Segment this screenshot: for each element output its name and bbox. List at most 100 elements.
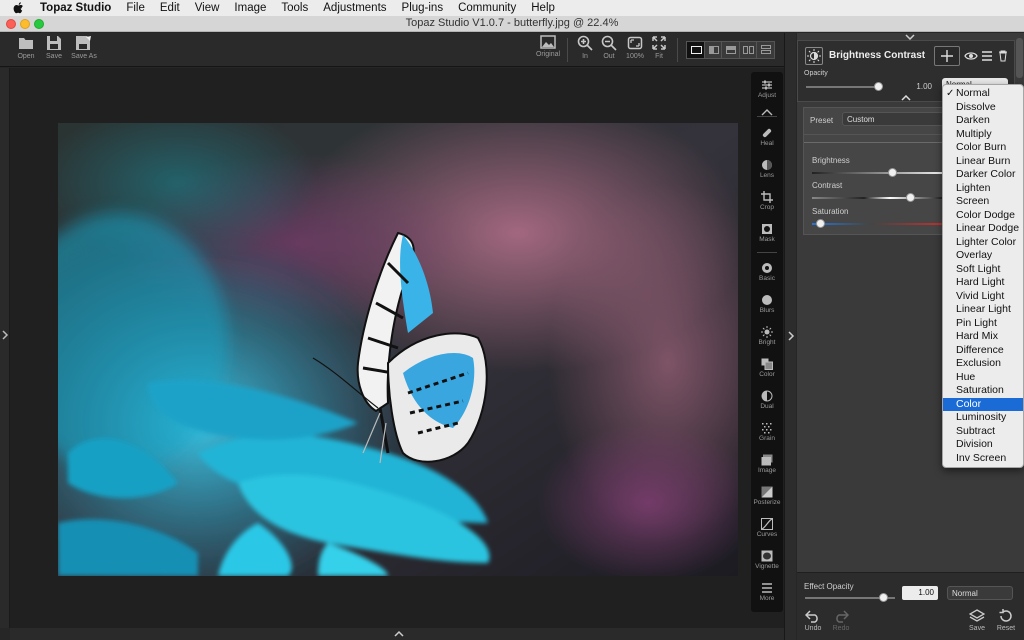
blend-option-linear-dodge[interactable]: Linear Dodge (943, 222, 1023, 236)
blend-option-label: Normal (956, 87, 990, 99)
contrast-slider[interactable] (812, 197, 942, 199)
effect-opacity-slider-knob[interactable] (879, 593, 888, 602)
blend-option-exclusion[interactable]: Exclusion (943, 357, 1023, 371)
tool-heal[interactable]: Heal (751, 127, 783, 147)
tool-color[interactable]: Color (751, 358, 783, 378)
blend-option-screen[interactable]: Screen (943, 195, 1023, 209)
menu-icon[interactable] (981, 51, 993, 61)
zoom-100-button[interactable]: 100% (624, 35, 646, 60)
menu-help[interactable]: Help (531, 2, 555, 14)
blend-option-luminosity[interactable]: Luminosity (943, 411, 1023, 425)
blend-option-color-burn[interactable]: Color Burn (943, 141, 1023, 155)
opacity-slider[interactable] (806, 86, 882, 88)
menu-adjustments[interactable]: Adjustments (323, 2, 386, 14)
redo-button[interactable]: Redo (831, 609, 851, 632)
save-button[interactable]: Save (42, 35, 66, 60)
add-filter-button[interactable] (934, 46, 960, 66)
panel-scrollbar[interactable] (1016, 38, 1023, 78)
split-horizontal-button[interactable] (722, 42, 740, 58)
menu-plugins[interactable]: Plug-ins (402, 2, 444, 14)
menu-file[interactable]: File (126, 2, 145, 14)
blend-option-overlay[interactable]: Overlay (943, 249, 1023, 263)
blend-option-lighter-color[interactable]: Lighter Color (943, 236, 1023, 250)
tool-curves[interactable]: Curves (751, 518, 783, 538)
side-by-side-button[interactable] (740, 42, 758, 58)
blend-option-hard-light[interactable]: Hard Light (943, 276, 1023, 290)
saturation-slider[interactable] (812, 223, 942, 225)
blend-option-hard-mix[interactable]: Hard Mix (943, 330, 1023, 344)
tool-grain[interactable]: Grain (751, 422, 783, 442)
effect-blend-select[interactable]: Normal (947, 586, 1013, 600)
tool-dual[interactable]: Dual (751, 390, 783, 410)
opacity-slider-knob[interactable] (874, 82, 883, 91)
zoom-out-button[interactable]: Out (600, 35, 618, 60)
opacity-value[interactable]: 1.00 (896, 82, 932, 91)
preset-select[interactable]: Custom (842, 112, 946, 126)
apple-icon[interactable] (12, 2, 26, 14)
tool-lens[interactable]: Lens (751, 159, 783, 179)
blend-option-lighten[interactable]: Lighten (943, 182, 1023, 196)
blend-option-color-dodge[interactable]: Color Dodge (943, 209, 1023, 223)
menu-community[interactable]: Community (458, 2, 516, 14)
sliders-icon (761, 79, 773, 91)
original-button[interactable]: Original (534, 35, 562, 58)
blend-option-color[interactable]: Color (943, 397, 1023, 411)
blend-option-division[interactable]: Division (943, 438, 1023, 452)
brightness-slider[interactable] (812, 172, 942, 174)
tool-blurs[interactable]: Blurs (751, 294, 783, 314)
menu-tools[interactable]: Tools (281, 2, 308, 14)
fit-button[interactable]: Fit (650, 35, 668, 60)
blend-option-multiply[interactable]: Multiply (943, 128, 1023, 142)
tool-posterize[interactable]: Posterize (751, 486, 783, 506)
blend-option-vivid-light[interactable]: Vivid Light (943, 290, 1023, 304)
single-view-button[interactable] (687, 42, 705, 58)
trash-icon[interactable] (998, 50, 1008, 62)
tool-more[interactable]: More (751, 582, 783, 602)
tool-image[interactable]: Image (751, 454, 783, 474)
bottom-panel-toggle[interactable] (10, 628, 784, 640)
tool-adjust[interactable]: Adjust (751, 79, 783, 99)
blend-option-soft-light[interactable]: Soft Light (943, 263, 1023, 277)
tool-label: Grain (759, 435, 775, 442)
brightness-slider-knob[interactable] (888, 168, 897, 177)
reset-button[interactable]: Reset (995, 609, 1017, 632)
saturation-slider-knob[interactable] (816, 219, 825, 228)
blend-option-dissolve[interactable]: Dissolve (943, 101, 1023, 115)
save-as-button[interactable]: Save As (70, 35, 98, 60)
tool-basic[interactable]: Basic (751, 262, 783, 282)
tool-mask[interactable]: Mask (751, 223, 783, 243)
split-view-icon (708, 46, 719, 54)
contrast-slider-knob[interactable] (906, 193, 915, 202)
blend-option-subtract[interactable]: Subtract (943, 425, 1023, 439)
left-panel-toggle[interactable] (0, 68, 10, 628)
blend-option-pin-light[interactable]: Pin Light (943, 317, 1023, 331)
menu-edit[interactable]: Edit (160, 2, 180, 14)
menu-image[interactable]: Image (234, 2, 266, 14)
undo-button[interactable]: Undo (803, 609, 823, 632)
blend-option-darken[interactable]: Darken (943, 114, 1023, 128)
blend-option-difference[interactable]: Difference (943, 344, 1023, 358)
zoom-in-button[interactable]: In (576, 35, 594, 60)
blend-option-linear-light[interactable]: Linear Light (943, 303, 1023, 317)
blend-option-hue[interactable]: Hue (943, 371, 1023, 385)
blend-option-linear-burn[interactable]: Linear Burn (943, 155, 1023, 169)
blend-option-normal[interactable]: ✓ Normal (943, 87, 1023, 101)
save-preset-button[interactable]: Save (967, 609, 987, 632)
tool-bright[interactable]: Bright (751, 326, 783, 346)
effect-opacity-value[interactable]: 1.00 (902, 586, 938, 600)
menu-view[interactable]: View (195, 2, 220, 14)
tool-vignette[interactable]: Vignette (751, 550, 783, 570)
tool-crop[interactable]: Crop (751, 191, 783, 211)
blend-option-saturation[interactable]: Saturation (943, 384, 1023, 398)
menu-app[interactable]: Topaz Studio (40, 2, 111, 14)
eye-icon[interactable] (964, 51, 978, 61)
blend-option-darker-color[interactable]: Darker Color (943, 168, 1023, 182)
blend-option-inv-screen[interactable]: Inv Screen (943, 452, 1023, 466)
open-button[interactable]: Open (14, 35, 38, 60)
stacked-view-button[interactable] (757, 42, 774, 58)
butterfly-photo[interactable] (58, 123, 738, 576)
chevron-up-icon[interactable] (901, 95, 911, 101)
split-view-button[interactable] (705, 42, 723, 58)
collapse-adjust-button[interactable] (761, 104, 773, 116)
right-panel-toggle[interactable] (784, 33, 796, 640)
